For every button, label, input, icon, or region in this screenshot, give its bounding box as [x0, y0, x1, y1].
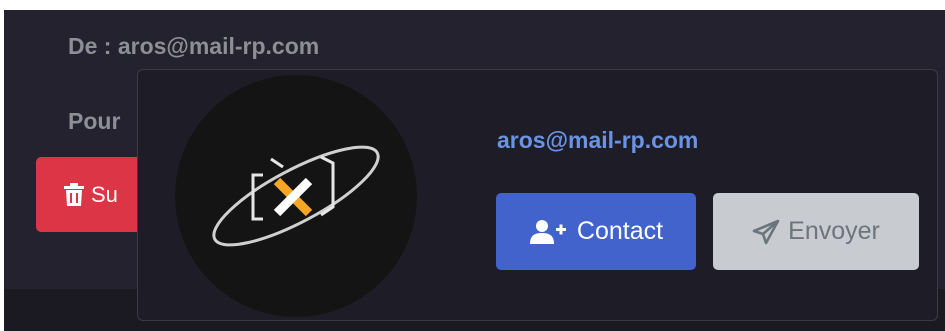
paper-plane-icon [752, 219, 780, 244]
send-button[interactable]: Envoyer [713, 193, 919, 270]
contact-email-link[interactable]: aros@mail-rp.com [497, 127, 698, 154]
send-label: Envoyer [788, 217, 880, 245]
logo-x-orbit-icon [212, 145, 380, 247]
user-plus-icon [529, 219, 566, 244]
delete-button-label: Su [91, 181, 118, 207]
contact-avatar [175, 75, 417, 317]
add-contact-label: Contact [576, 217, 664, 245]
sender-line: De : aros@mail-rp.com [68, 33, 320, 59]
trash-icon [64, 182, 84, 206]
recipient-label: Pour [68, 108, 121, 134]
add-contact-button[interactable]: Contact [496, 193, 696, 270]
